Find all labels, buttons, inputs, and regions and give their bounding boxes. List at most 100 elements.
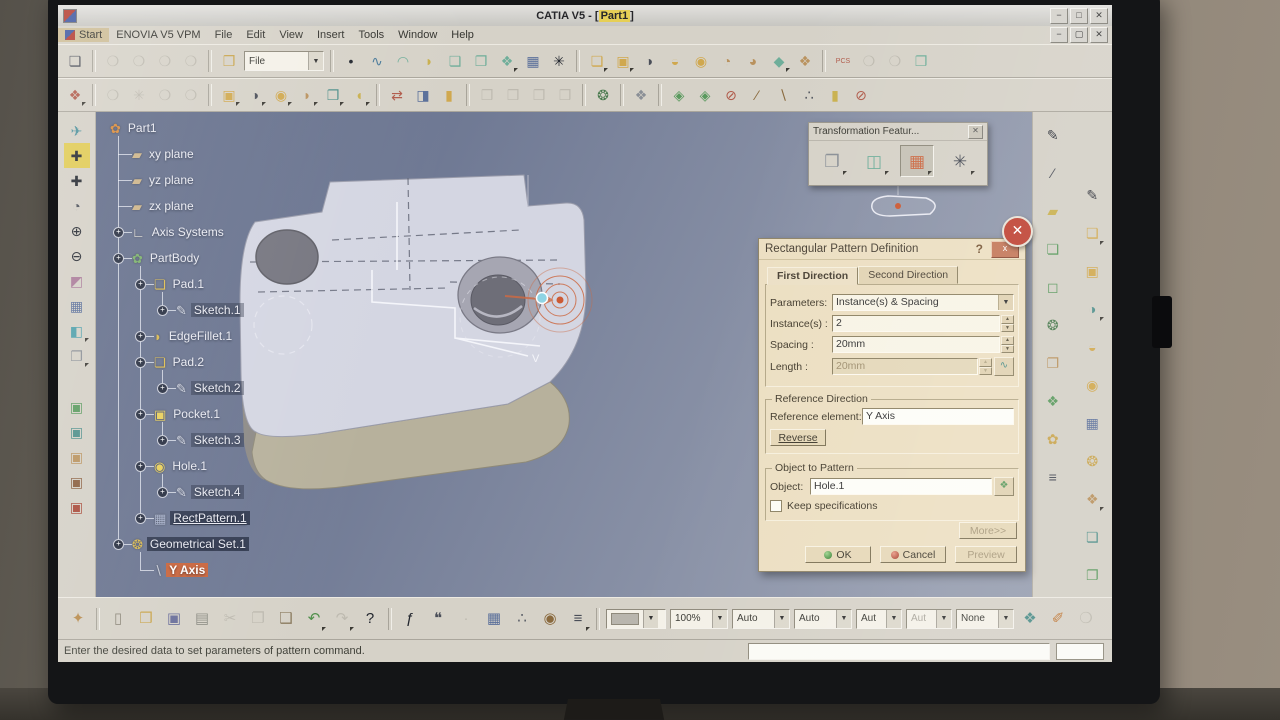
transformation-toolbar-close-icon[interactable]: ✕ [968,125,983,139]
lock-icon[interactable]: ◉ [537,606,563,632]
tree-expand-node[interactable]: + [135,279,146,290]
spline-icon[interactable]: ∿ [365,49,389,73]
floating-close-icon[interactable]: ✕ [1002,216,1033,247]
plane-icon[interactable]: ▰ [1040,198,1066,224]
zoom-level-combo[interactable]: 100%▼ [670,609,728,629]
extrude-icon[interactable]: ❏ [443,49,467,73]
tree-item-edgefillet-1[interactable]: ◗EdgeFillet.1 [154,326,235,346]
tree-item-sketch-4[interactable]: ✎Sketch.4 [176,482,244,502]
copy-icon[interactable]: ❐ [245,606,271,632]
doc-restore-button[interactable]: ▢ [1070,27,1088,43]
tree-item-sketch-1[interactable]: ✎Sketch.1 [176,300,244,320]
point-style-combo[interactable]: Aut▼ [856,609,902,629]
tree-item-pad-1[interactable]: ❏Pad.1 [154,274,207,294]
dialog-help-icon[interactable]: ? [976,242,991,256]
paint-knife-icon[interactable]: ❖ [1017,606,1043,632]
groove-wb-icon[interactable]: ◒ [1079,334,1105,360]
tree-item-xy-plane[interactable]: ▰xy plane [132,144,197,164]
analysis-1-icon[interactable]: ❍ [101,83,125,107]
doc-close-button[interactable]: ✕ [1090,27,1108,43]
stats-disable-icon[interactable]: ⊘ [849,83,873,107]
scaling-icon[interactable]: ✳ [944,146,976,176]
line-icon[interactable]: ⁄ [1040,160,1066,186]
dialog-title-bar[interactable]: Rectangular Pattern Definition ? x [759,239,1025,260]
shaft-wb-icon[interactable]: ◑ [1079,296,1105,322]
tree-item-pad-2[interactable]: ❏Pad.2 [154,352,207,372]
tree-expand-node[interactable]: + [157,305,168,316]
print-icon[interactable]: ▤ [189,606,215,632]
law-button[interactable]: ∿ [994,357,1014,376]
grid-icon[interactable]: ▦ [521,49,545,73]
tree-item-y-axis[interactable]: ∖Y Axis [154,560,208,580]
instances-field[interactable]: 2 [832,315,1000,332]
axis-burst-icon[interactable]: ✳ [547,49,571,73]
reverse-button[interactable]: Reverse [770,429,826,446]
vpm-list-icon[interactable]: ❍ [153,49,177,73]
plot-icon[interactable]: ❍ [857,49,881,73]
tree-expand-node[interactable]: + [135,461,146,472]
boundary-icon[interactable]: ◻ [1040,274,1066,300]
translation-icon[interactable]: ❐ [816,146,848,176]
pan-icon[interactable]: ✚ [64,168,90,193]
menu-help[interactable]: Help [444,28,481,42]
dialog-echo-field[interactable] [1056,643,1104,660]
pin-2-icon[interactable]: ∖ [771,83,795,107]
sweep-icon[interactable]: ◗ [295,83,319,107]
slot-wb-icon[interactable]: ❂ [1079,448,1105,474]
cut-icon[interactable]: ✂ [217,606,243,632]
paste-icon[interactable]: ❑ [273,606,299,632]
formula-icon[interactable]: ƒ [397,606,423,632]
mirror-icon[interactable]: ◫ [858,146,890,176]
loft-wb-icon[interactable]: ❏ [1079,524,1105,550]
file-combo[interactable]: File▼ [244,51,324,71]
tree-item-hole-1[interactable]: ◉Hole.1 [154,456,210,476]
hidden-4-icon[interactable]: ❒ [553,83,577,107]
keep-specifications-checkbox[interactable] [770,500,782,512]
tree-expand-node[interactable]: + [157,383,168,394]
pin-1-icon[interactable]: ⁄ [745,83,769,107]
new-document-icon[interactable]: ▯ [105,606,131,632]
split-icon[interactable]: ◗ [417,49,441,73]
normal-view-icon[interactable]: ◩ [64,268,90,293]
open-folder-icon[interactable]: ❒ [217,49,241,73]
line-type-combo[interactable]: Auto▼ [732,609,790,629]
layer-filter-icon[interactable]: ≡ [565,606,591,632]
tree-item-geometrical-set-1[interactable]: ❂Geometrical Set.1 [132,534,249,554]
faded-tool-icon[interactable]: ❍ [1073,606,1099,632]
fly-mode-icon[interactable]: ✈ [64,118,90,143]
groove-2-icon[interactable]: ◉ [269,83,293,107]
pocket-2-icon[interactable]: ▣ [217,83,241,107]
sketcher-icon[interactable]: ✎ [1079,182,1105,208]
green-body-icon[interactable]: ❖ [1040,388,1066,414]
surface-icon[interactable]: ◠ [391,49,415,73]
update-icon[interactable]: ❂ [591,83,615,107]
disable-geometry-icon[interactable]: ⊘ [719,83,743,107]
redo-icon[interactable]: ↷ [329,606,355,632]
loft-2-icon[interactable]: ◖ [347,83,371,107]
tree-expand-node[interactable]: + [113,227,124,238]
material-red-icon[interactable]: ▣ [64,494,90,519]
save-icon[interactable]: ▣ [161,606,187,632]
window-settings-icon[interactable]: ❏ [63,49,87,73]
swap-visible-space-icon[interactable]: ▣ [64,419,90,444]
multi-view-icon[interactable]: ▦ [64,293,90,318]
analysis-3-icon[interactable]: ❍ [153,83,177,107]
stiffener-wb-icon[interactable]: ❖ [1079,486,1105,512]
object-field[interactable]: Hole.1 [810,478,992,495]
tree-expand-node[interactable]: + [157,487,168,498]
join-icon[interactable]: ❖ [495,49,519,73]
iso-box-icon[interactable]: ❐ [909,49,933,73]
menu-insert[interactable]: Insert [310,28,352,42]
chamfer-wb-icon[interactable]: ❐ [1079,562,1105,588]
vpm-open-icon[interactable]: ❍ [127,49,151,73]
hole-icon[interactable]: ◉ [689,49,713,73]
shaft-2-icon[interactable]: ◑ [243,83,267,107]
tree-expand-node[interactable]: + [135,357,146,368]
tree-expand-node[interactable]: + [135,513,146,524]
parameters-combo[interactable]: Instance(s) & Spacing ▼ [832,294,1014,311]
tree-expand-node[interactable]: + [113,539,124,550]
axis-diamond-2-icon[interactable]: ◈ [693,83,717,107]
tab-first-direction[interactable]: First Direction [767,267,858,285]
tree-item-pocket-1[interactable]: ▣Pocket.1 [154,404,223,424]
ruler-column-icon[interactable]: ▮ [823,83,847,107]
